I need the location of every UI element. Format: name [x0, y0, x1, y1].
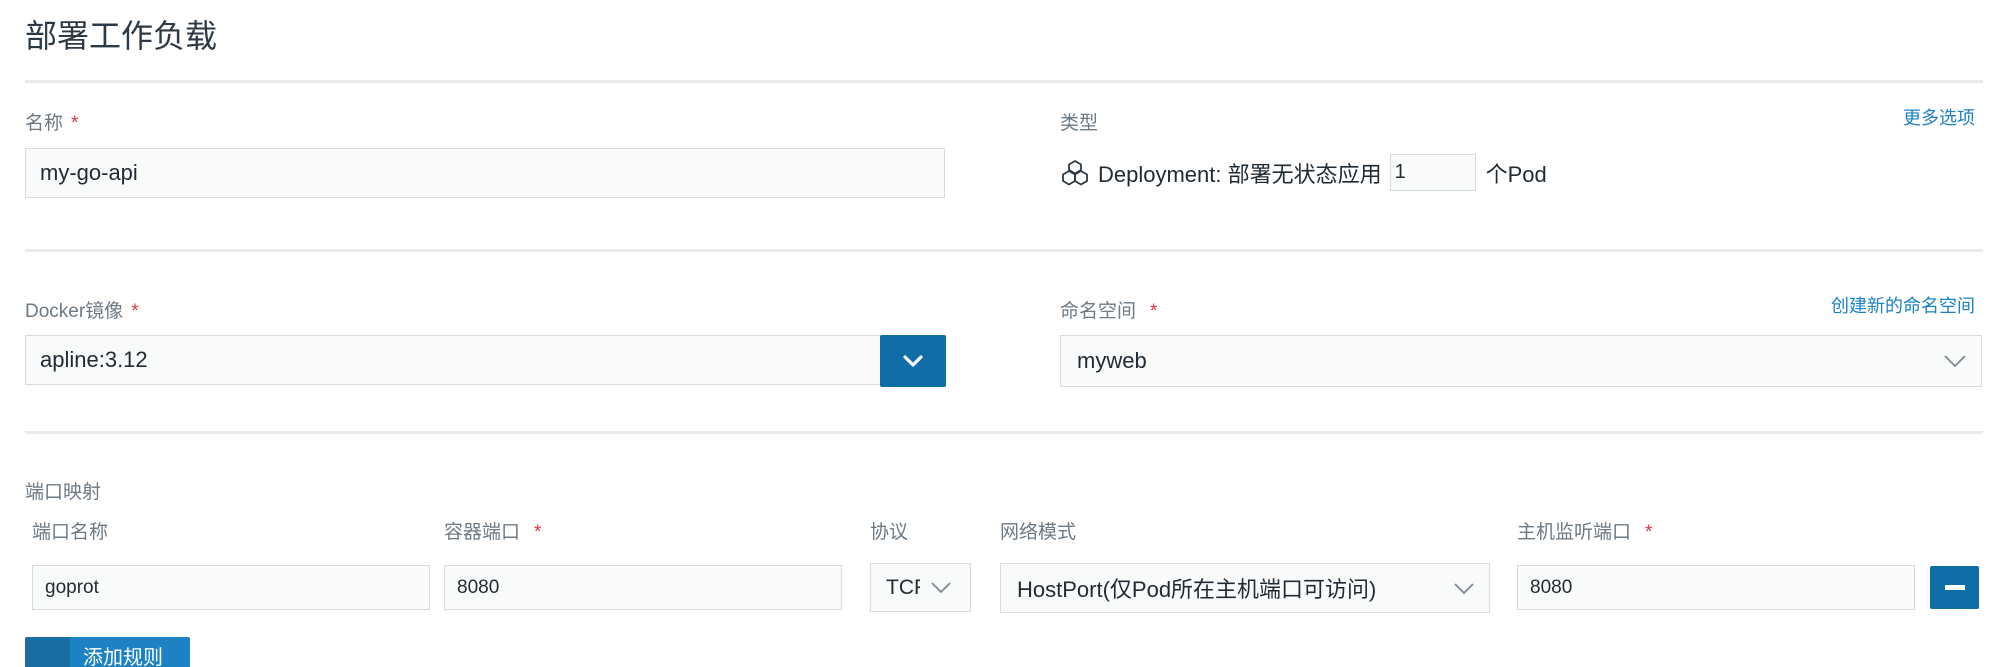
name-label-text: 名称	[25, 113, 64, 134]
namespace-value: myweb	[1077, 348, 1147, 373]
host-port-input[interactable]	[1517, 565, 1915, 610]
minus-icon	[1944, 584, 1965, 590]
image-label-text: Docker镜像	[25, 301, 124, 322]
protocol-select[interactable]: TCP	[870, 563, 971, 612]
chevron-down-icon	[1944, 355, 1966, 368]
name-label: 名称 *	[25, 111, 78, 137]
workload-type: Deployment: 部署无状态应用 个Pod	[1060, 154, 1547, 191]
add-rule-button[interactable]: 添加规则	[25, 637, 190, 667]
chevron-down-icon	[931, 582, 951, 594]
column-host-port: 主机监听端口 *	[1517, 520, 1652, 546]
required-mark: *	[131, 301, 139, 322]
replicas-input[interactable]	[1389, 154, 1476, 191]
column-container-port: 容器端口 *	[444, 520, 541, 546]
namespace-label: 命名空间 *	[1060, 299, 1157, 325]
name-input[interactable]	[25, 148, 945, 198]
container-port-input[interactable]	[444, 565, 842, 610]
add-rule-icon-area	[25, 637, 70, 667]
image-input[interactable]	[25, 335, 883, 385]
chevron-down-icon	[1454, 582, 1474, 594]
column-network-mode: 网络模式	[1000, 522, 1077, 543]
divider	[25, 80, 1983, 83]
namespace-label-text: 命名空间	[1060, 301, 1137, 322]
page-title: 部署工作负载	[25, 18, 218, 54]
required-mark: *	[1645, 522, 1653, 543]
protocol-value: TCP	[886, 575, 920, 599]
required-mark: *	[1150, 301, 1158, 322]
port-name-input[interactable]	[32, 565, 430, 610]
add-rule-label: 添加规则	[83, 647, 163, 667]
more-options-link[interactable]: 更多选项	[1903, 105, 1975, 131]
replicas-suffix: 个Pod	[1485, 161, 1547, 187]
remove-row-button[interactable]	[1930, 566, 1979, 609]
chevron-down-icon	[903, 355, 923, 367]
divider	[25, 431, 1983, 434]
port-mapping-label: 端口映射	[25, 482, 102, 503]
column-host-port-text: 主机监听端口	[1517, 522, 1632, 543]
create-namespace-link[interactable]: 创建新的命名空间	[1831, 293, 1975, 319]
workload-text: Deployment: 部署无状态应用	[1098, 161, 1382, 187]
required-mark: *	[534, 522, 542, 543]
column-protocol: 协议	[870, 522, 909, 543]
image-label: Docker镜像 *	[25, 299, 139, 325]
column-port-name: 端口名称	[32, 522, 109, 543]
image-dropdown-button[interactable]	[880, 335, 946, 387]
cube-cluster-icon	[1060, 158, 1090, 188]
required-mark: *	[71, 113, 79, 134]
namespace-select[interactable]: myweb	[1060, 335, 1982, 387]
column-container-port-text: 容器端口	[444, 522, 521, 543]
network-mode-value: HostPort(仅Pod所在主机端口可访问)	[1017, 577, 1377, 602]
type-label: 类型	[1060, 113, 1099, 134]
divider	[25, 249, 1983, 252]
network-mode-select[interactable]: HostPort(仅Pod所在主机端口可访问)	[1000, 563, 1490, 613]
